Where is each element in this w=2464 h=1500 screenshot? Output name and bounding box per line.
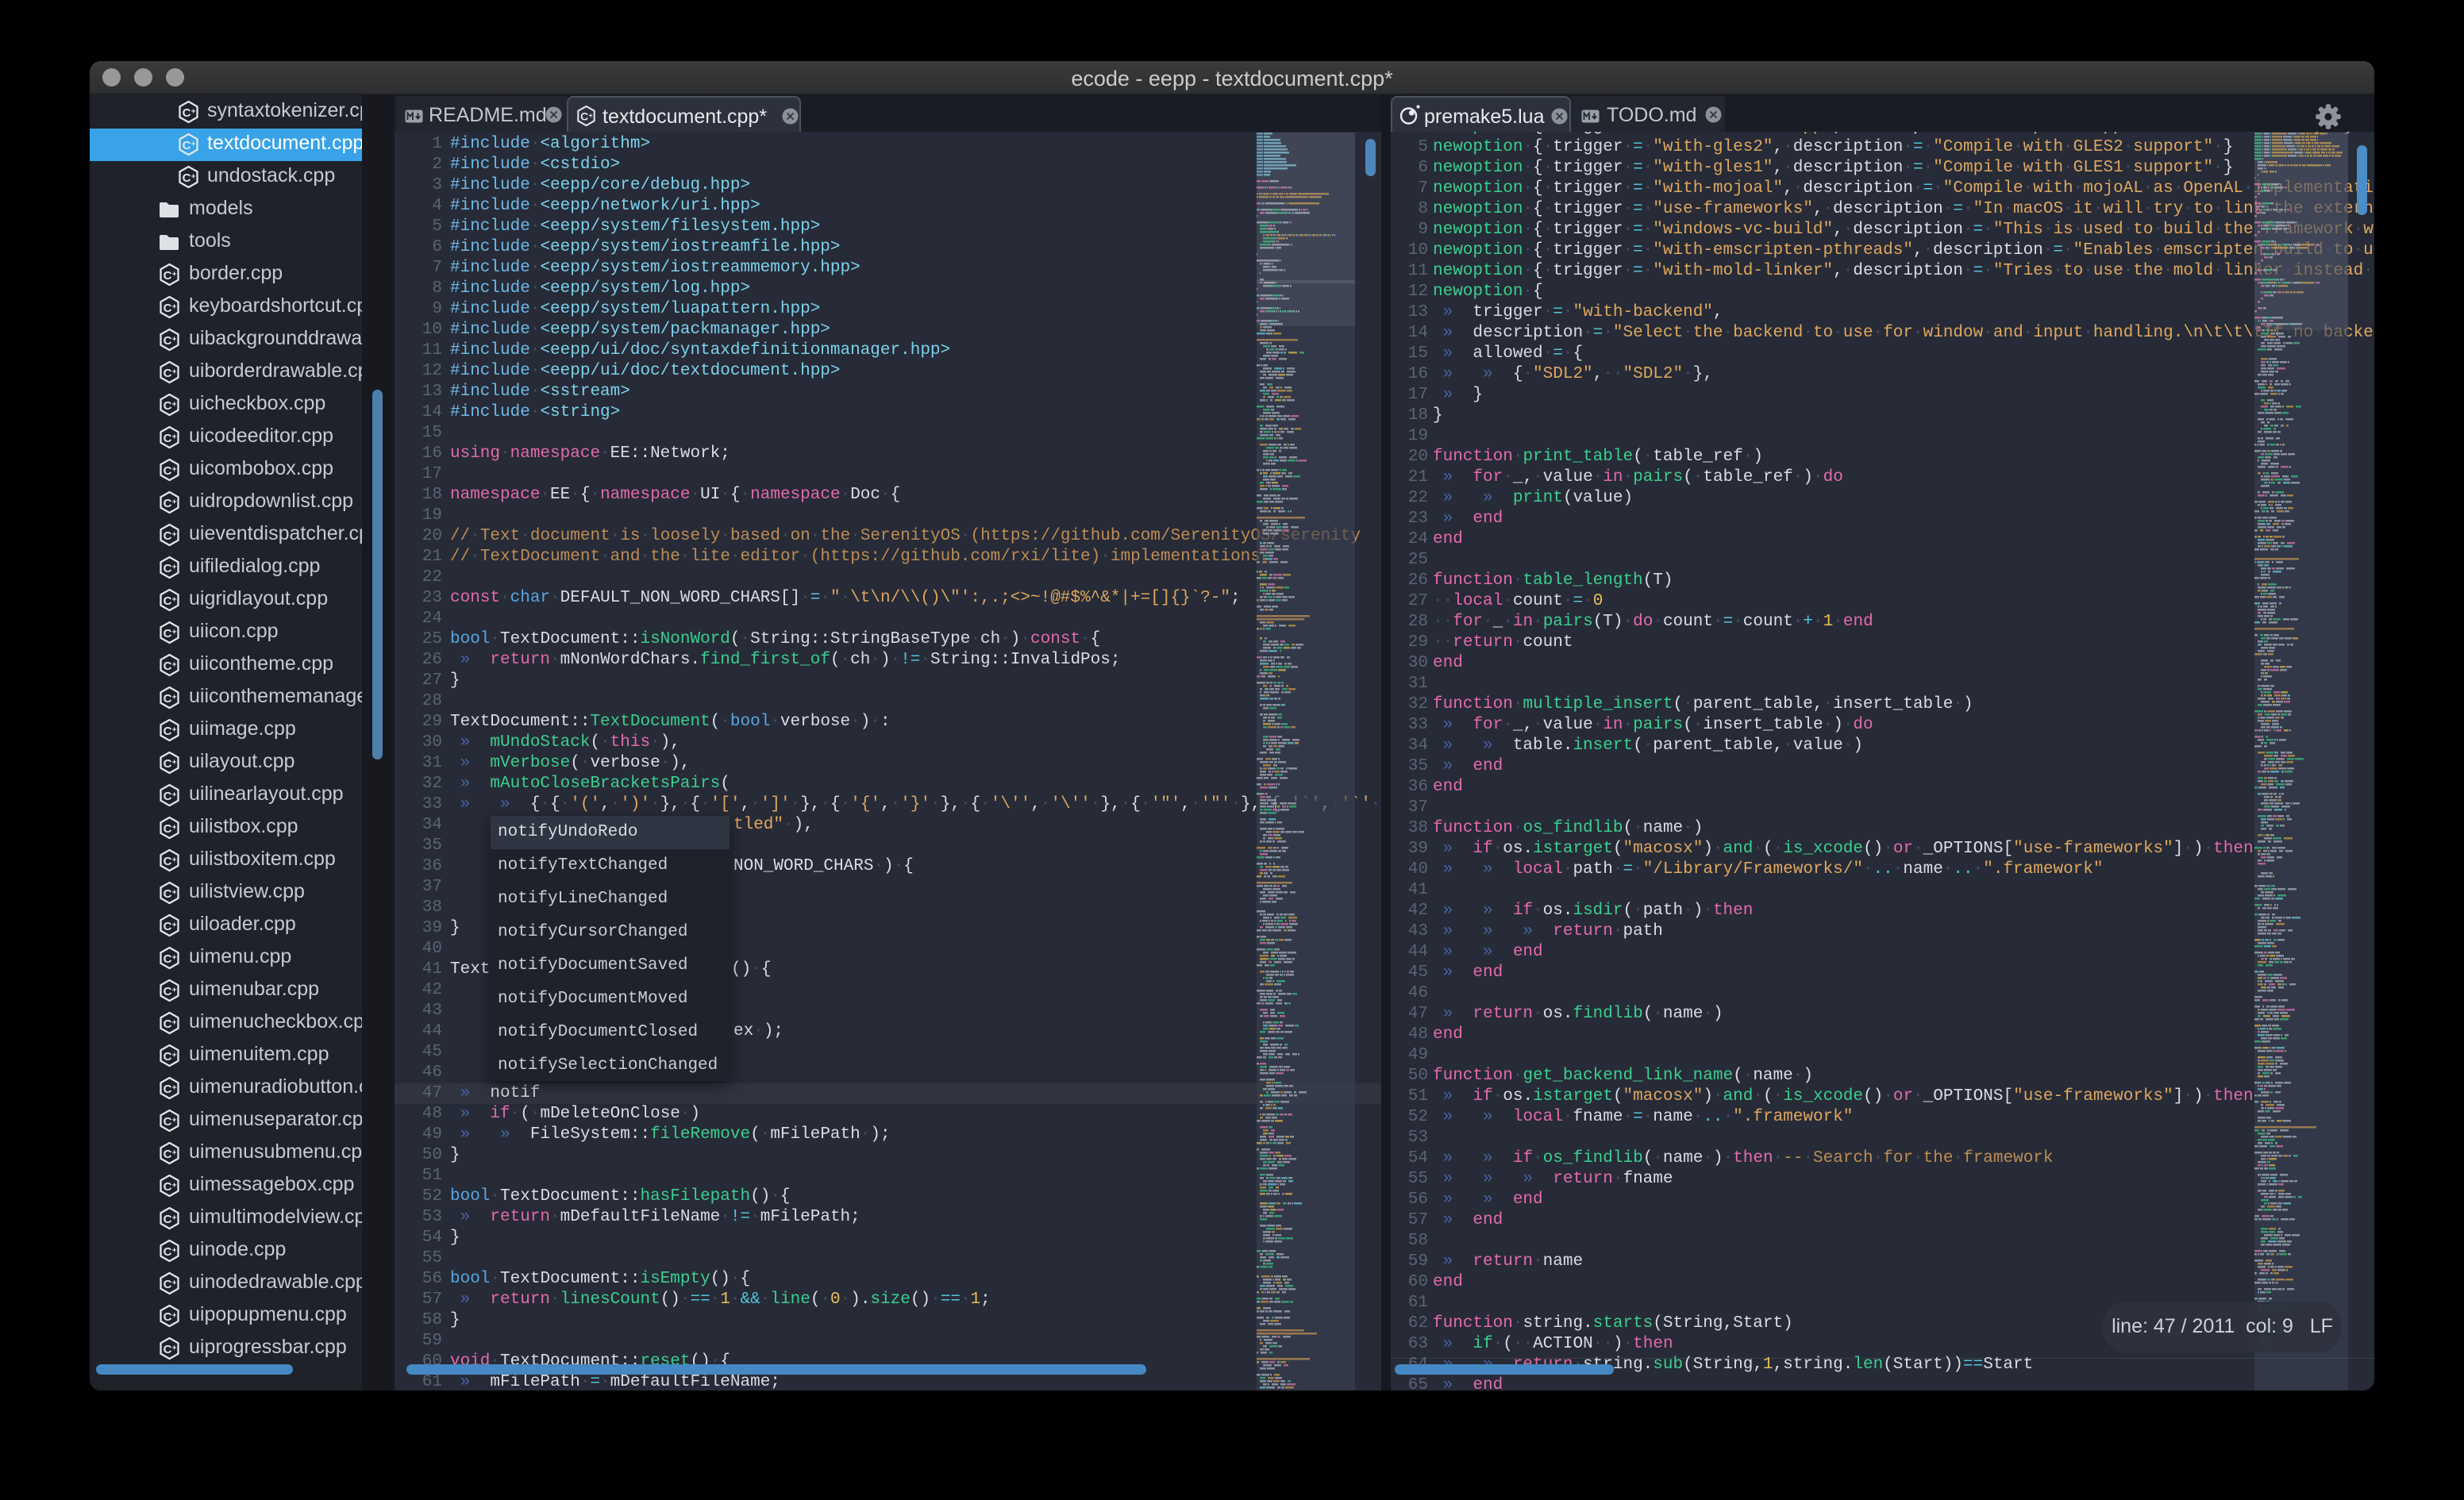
svg-text:C: C xyxy=(164,757,172,771)
svg-text:+: + xyxy=(588,111,593,119)
svg-text:+: + xyxy=(172,954,177,963)
svg-text:+: + xyxy=(172,1149,177,1158)
svg-text:+: + xyxy=(172,824,177,833)
svg-text:C: C xyxy=(164,562,172,575)
svg-text:+: + xyxy=(172,1279,177,1288)
svg-text:C: C xyxy=(164,985,172,998)
svg-text:+: + xyxy=(172,694,177,702)
svg-text:+: + xyxy=(172,791,177,800)
svg-text:+: + xyxy=(172,1182,177,1190)
svg-text:C: C xyxy=(164,660,172,673)
svg-text:+: + xyxy=(172,563,177,572)
svg-text:+: + xyxy=(172,921,177,930)
svg-text:C: C xyxy=(164,497,172,510)
svg-text:C: C xyxy=(164,822,172,836)
svg-text:C: C xyxy=(164,1115,172,1129)
svg-text:C: C xyxy=(164,529,172,543)
svg-text:+: + xyxy=(172,1247,177,1256)
svg-text:C: C xyxy=(164,334,172,348)
svg-text:C: C xyxy=(164,302,172,315)
svg-text:C: C xyxy=(164,855,172,868)
svg-text:+: + xyxy=(172,1312,177,1321)
svg-text:C: C xyxy=(164,269,172,283)
svg-text:C: C xyxy=(183,106,191,120)
svg-text:C: C xyxy=(164,692,172,706)
svg-text:C: C xyxy=(164,399,172,413)
svg-text:+: + xyxy=(172,303,177,312)
svg-text:+: + xyxy=(172,1117,177,1125)
svg-text:C: C xyxy=(164,1278,172,1291)
svg-text:+: + xyxy=(172,889,177,898)
svg-text:+: + xyxy=(191,108,196,117)
svg-text:C: C xyxy=(164,1050,172,1063)
svg-text:C: C xyxy=(164,1213,172,1226)
svg-text:+: + xyxy=(172,401,177,410)
svg-text:C: C xyxy=(164,432,172,445)
svg-text:C: C xyxy=(164,1245,172,1259)
svg-text:+: + xyxy=(172,661,177,670)
svg-text:+: + xyxy=(172,433,177,442)
svg-text:C: C xyxy=(164,790,172,803)
svg-text:+: + xyxy=(172,368,177,377)
svg-text:+: + xyxy=(172,1084,177,1093)
svg-text:+: + xyxy=(191,140,196,149)
svg-text:+: + xyxy=(172,1214,177,1223)
svg-text:C: C xyxy=(164,1343,172,1356)
svg-text:C: C xyxy=(164,594,172,608)
svg-text:C: C xyxy=(164,1180,172,1194)
svg-text:C: C xyxy=(164,920,172,933)
svg-text:C: C xyxy=(164,725,172,738)
svg-text:+: + xyxy=(172,336,177,344)
svg-text:+: + xyxy=(172,856,177,865)
svg-text:C: C xyxy=(164,464,172,478)
svg-text:+: + xyxy=(172,759,177,767)
svg-text:+: + xyxy=(172,987,177,995)
svg-text:+: + xyxy=(172,596,177,605)
svg-text:+: + xyxy=(172,1344,177,1353)
svg-text:C: C xyxy=(183,139,191,152)
svg-text:+: + xyxy=(172,726,177,735)
svg-text:+: + xyxy=(191,173,196,182)
svg-text:C: C xyxy=(164,887,172,901)
svg-text:+: + xyxy=(172,1019,177,1028)
svg-text:C: C xyxy=(164,952,172,966)
svg-text:C: C xyxy=(164,367,172,380)
svg-text:+: + xyxy=(172,498,177,507)
svg-text:C: C xyxy=(164,1083,172,1096)
svg-text:+: + xyxy=(172,531,177,540)
svg-text:+: + xyxy=(172,466,177,475)
svg-text:C: C xyxy=(164,1148,172,1161)
svg-text:C: C xyxy=(580,110,588,122)
svg-text:C: C xyxy=(183,171,191,185)
svg-text:C: C xyxy=(164,627,172,640)
svg-text:C: C xyxy=(164,1017,172,1031)
svg-text:+: + xyxy=(172,271,177,279)
svg-text:+: + xyxy=(172,1052,177,1060)
svg-text:C: C xyxy=(164,1310,172,1324)
svg-text:+: + xyxy=(172,629,177,637)
